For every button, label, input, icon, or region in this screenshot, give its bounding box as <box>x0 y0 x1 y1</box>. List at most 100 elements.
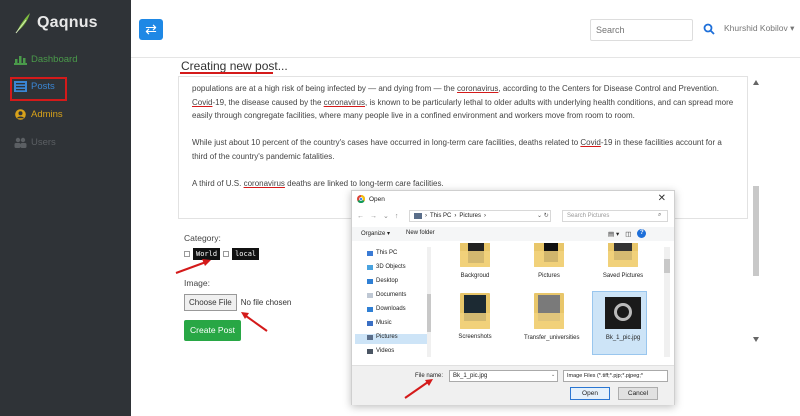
help-icon[interactable]: ? <box>637 229 647 238</box>
chevron-down-icon[interactable]: ⌄ <box>551 372 555 378</box>
cube-icon <box>367 264 373 270</box>
picture-icon <box>367 334 373 340</box>
file-label: Saved Pictures <box>602 273 644 279</box>
back-arrow-icon[interactable]: ← <box>357 213 364 220</box>
path-segment[interactable]: This PC <box>430 213 451 219</box>
sidebar-item-posts[interactable]: Posts <box>14 81 55 92</box>
user-circle-icon <box>15 109 26 120</box>
nav-item-3d-objects[interactable]: 3D Objects <box>367 264 406 270</box>
keyword-highlight: coronavirus <box>243 179 285 189</box>
file-label: Bk_1_pic.jpg <box>605 335 641 341</box>
search-input[interactable] <box>590 19 693 41</box>
folder-item[interactable]: Saved Pictures <box>592 243 654 279</box>
nav-item-this-pc[interactable]: This PC <box>367 250 397 256</box>
file-label: Backgroud <box>460 273 490 279</box>
desktop-icon <box>367 278 373 284</box>
open-button[interactable]: Open <box>570 387 610 400</box>
folder-item[interactable]: Screenshots <box>444 291 506 340</box>
path-separator-icon: › <box>425 213 427 219</box>
folder-item[interactable]: Backgroud <box>444 243 506 279</box>
file-list: Backgroud Pictures Saved Pictures Screen… <box>432 243 664 361</box>
organize-button[interactable]: Organize ▾ <box>361 230 390 237</box>
folder-item[interactable]: Transfer_universities <box>518 291 580 342</box>
nav-pane-scroll-thumb[interactable] <box>427 294 431 332</box>
refresh-icon[interactable]: ⌄ ↻ <box>537 212 549 219</box>
new-folder-button[interactable]: New folder <box>406 230 435 236</box>
nav-item-videos[interactable]: Videos <box>367 348 394 354</box>
file-label: Transfer_universities <box>524 335 580 341</box>
preview-pane-icon[interactable]: ◫ <box>625 230 631 238</box>
cancel-button[interactable]: Cancel <box>618 387 658 400</box>
up-arrow-icon[interactable]: ↑ <box>395 213 399 220</box>
create-post-button[interactable]: Create Post <box>184 320 241 341</box>
video-icon <box>367 348 373 354</box>
view-mode-icon[interactable]: ▤ ▾ <box>608 230 619 238</box>
dialog-nav-buttons: ← → ⌄ ↑ <box>357 212 399 221</box>
user-menu[interactable]: Khurshid Kobilov ▾ <box>724 23 794 34</box>
path-separator-icon: › <box>454 213 457 219</box>
nav-item-label: Music <box>376 320 392 326</box>
dialog-close-icon[interactable]: ✕ <box>658 193 666 204</box>
recent-chevron-icon[interactable]: ⌄ <box>383 212 389 220</box>
nav-item-downloads[interactable]: Downloads <box>367 306 406 312</box>
page-title: Creating new post... <box>181 59 288 73</box>
image-file-item[interactable]: Bk_1_pic.jpg <box>592 293 654 341</box>
brand-name: Qaqnus <box>37 14 98 31</box>
sidebar-item-label: Users <box>31 137 56 148</box>
sidebar-item-admins[interactable]: Admins <box>14 109 63 120</box>
category-label: Category: <box>184 233 221 243</box>
folder-item[interactable]: Pictures <box>518 243 580 279</box>
nav-item-documents[interactable]: Documents <box>367 292 406 298</box>
folder-icon <box>532 291 566 331</box>
editor-text: populations are at a high risk of being … <box>192 82 737 204</box>
sidebar-item-users[interactable]: Users <box>14 137 56 148</box>
search-icon[interactable] <box>703 23 715 35</box>
file-list-scroll-thumb[interactable] <box>664 259 670 273</box>
view-options: ▤ ▾ ◫ ? <box>608 229 647 238</box>
tag-world[interactable]: World <box>193 248 221 260</box>
nav-item-label: Downloads <box>376 306 406 312</box>
nav-item-music[interactable]: Music <box>367 320 392 326</box>
brand[interactable]: Qaqnus <box>14 10 98 36</box>
arrow-to-tags <box>175 259 211 274</box>
category-tags: World local <box>184 248 260 260</box>
sidebar-item-label: Posts <box>31 81 55 92</box>
sidebar-item-label: Admins <box>31 109 63 120</box>
editor-paragraph: A third of U.S. coronavirus deaths are l… <box>192 177 737 191</box>
file-name-input[interactable]: Bk_1_pic.jpg <box>449 370 558 382</box>
nav-item-label: Desktop <box>376 278 399 284</box>
keyword-highlight: Covid <box>192 97 213 107</box>
chrome-icon <box>357 195 365 203</box>
tag-checkbox[interactable] <box>223 251 230 257</box>
nav-item-label: Documents <box>376 292 407 298</box>
keyword-highlight: coronavirus <box>323 97 365 107</box>
editor-paragraph: populations are at a high risk of being … <box>192 82 737 123</box>
feather-logo-icon <box>15 13 30 34</box>
search-icon[interactable]: ⌕ <box>658 212 661 219</box>
dialog-search-input[interactable]: Search Pictures <box>562 210 668 222</box>
nav-item-pictures[interactable]: Pictures <box>367 334 398 340</box>
text-segment: A third of U.S. <box>192 179 244 189</box>
text-segment: While just about 10 percent of the count… <box>192 138 581 148</box>
folder-icon <box>458 291 492 331</box>
folder-icon <box>532 243 566 269</box>
image-thumbnail-icon <box>605 293 641 331</box>
sidebar-toggle-button[interactable]: ⇄ <box>139 19 163 40</box>
folder-icon <box>606 243 640 269</box>
choose-file-button[interactable]: Choose File <box>184 294 237 311</box>
text-segment: -19, the disease caused by the <box>212 97 324 107</box>
nav-item-desktop[interactable]: Desktop <box>367 278 398 284</box>
tag-checkbox[interactable] <box>184 251 190 257</box>
file-input: Choose File No file chosen <box>184 294 291 311</box>
address-bar[interactable]: › This PC › Pictures › <box>409 210 551 222</box>
sidebar-item-label: Dashboard <box>31 54 78 65</box>
tag-local[interactable]: local <box>232 248 260 260</box>
file-type-filter[interactable]: Image Files (*.tiff;*.pjp;*.pjpeg;* <box>563 370 668 382</box>
sidebar: Qaqnus Dashboard Posts Admins Users <box>0 0 131 416</box>
sidebar-item-dashboard[interactable]: Dashboard <box>14 54 77 65</box>
chart-icon <box>14 56 27 65</box>
path-segment[interactable]: Pictures <box>459 213 481 219</box>
editor-scrollbar[interactable] <box>751 76 761 346</box>
dialog-title: Open <box>369 195 385 203</box>
forward-arrow-icon[interactable]: → <box>370 213 377 220</box>
